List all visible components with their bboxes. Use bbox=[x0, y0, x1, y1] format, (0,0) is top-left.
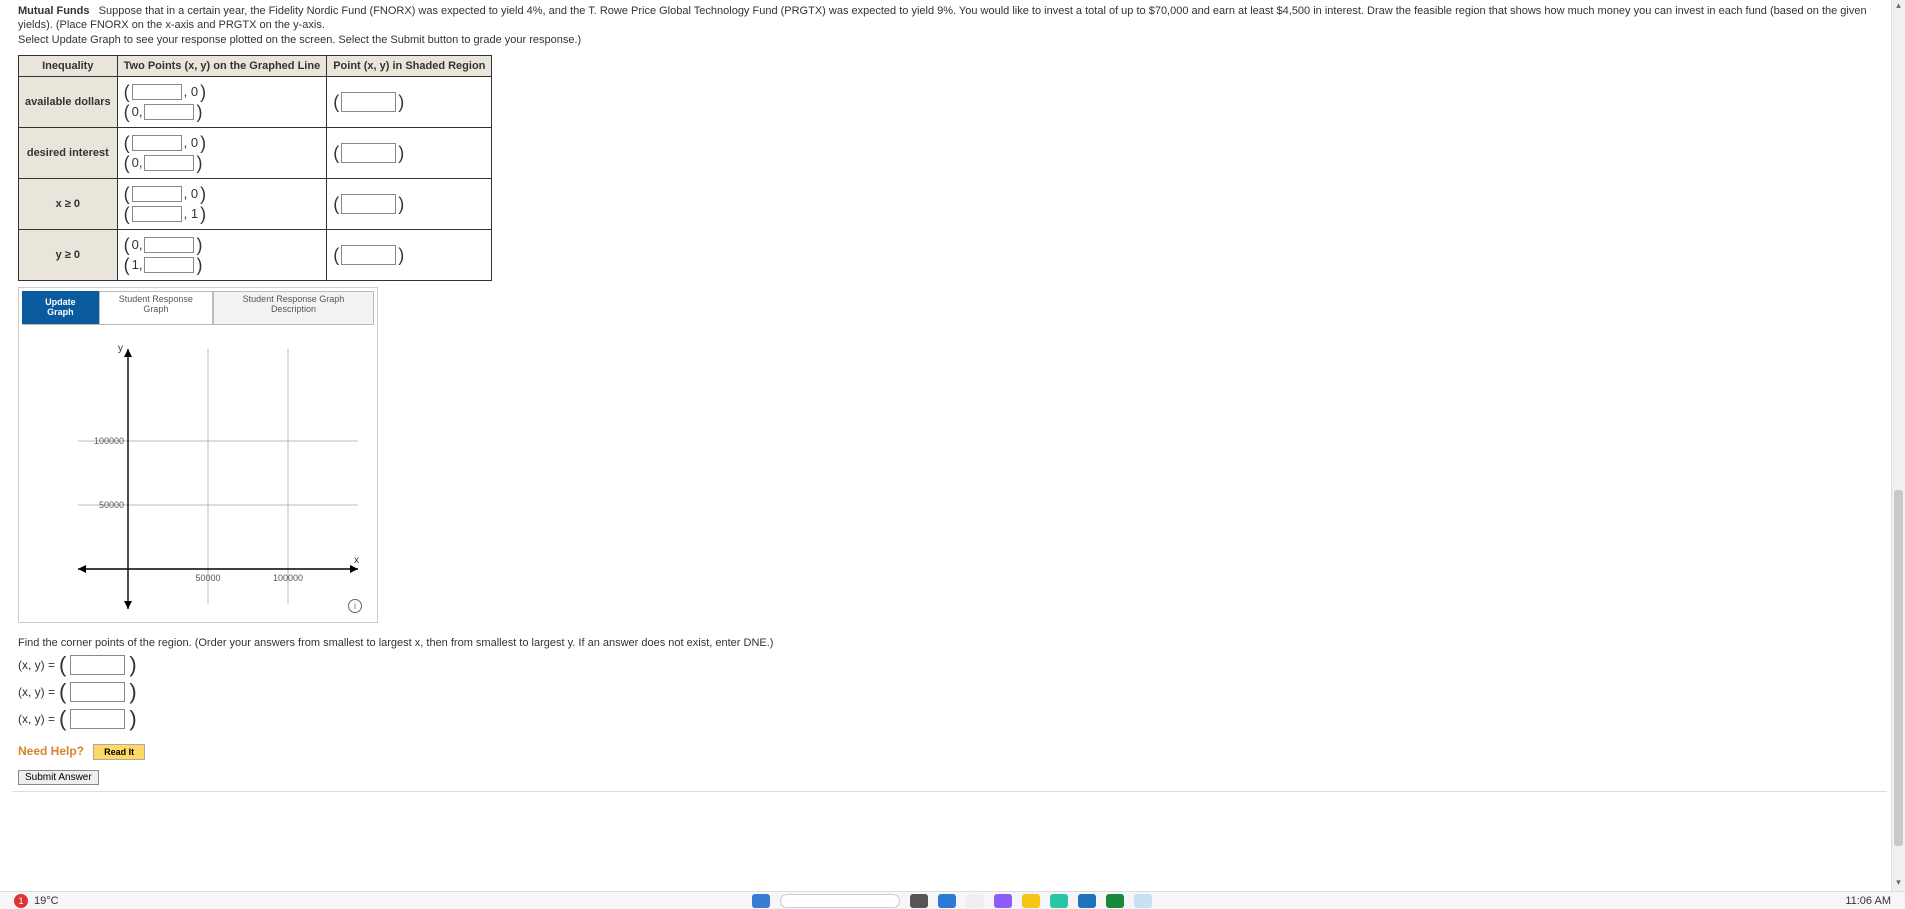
read-it-button[interactable]: Read It bbox=[93, 744, 145, 760]
row-label-yge0: y ≥ 0 bbox=[19, 229, 118, 280]
excel-icon[interactable] bbox=[1106, 894, 1124, 908]
input-r3-p1-x[interactable] bbox=[132, 186, 182, 202]
tab-student-response-description[interactable]: Student Response Graph Description bbox=[213, 291, 374, 324]
explorer-icon[interactable] bbox=[1022, 894, 1040, 908]
submit-row: Submit Answer bbox=[18, 770, 1887, 803]
plot-area: 50000 100000 50000 100000 x y i bbox=[28, 329, 368, 619]
taskview-icon[interactable] bbox=[910, 894, 928, 908]
word-icon[interactable] bbox=[1078, 894, 1096, 908]
mail-icon[interactable] bbox=[966, 894, 984, 908]
input-corner-2[interactable] bbox=[70, 682, 125, 702]
input-r4-shaded[interactable] bbox=[341, 245, 396, 265]
app2-icon[interactable] bbox=[1134, 894, 1152, 908]
taskbar-search[interactable] bbox=[780, 894, 900, 908]
shaded-point-cell: ( ) bbox=[327, 76, 492, 127]
graph-info-icon[interactable]: i bbox=[348, 599, 362, 613]
table-row: y ≥ 0 ( 0, ) ( 1, ) ( bbox=[19, 229, 492, 280]
submit-answer-button[interactable]: Submit Answer bbox=[18, 770, 99, 785]
table-row: x ≥ 0 ( , 0 ) ( , 1 ) ( bbox=[19, 178, 492, 229]
corner-label: (x, y) = bbox=[18, 658, 55, 672]
question-area: Mutual Funds Suppose that in a certain y… bbox=[0, 0, 1905, 803]
problem-statement: Mutual Funds Suppose that in a certain y… bbox=[18, 4, 1887, 47]
row-label-xge0: x ≥ 0 bbox=[19, 178, 118, 229]
input-r3-shaded[interactable] bbox=[341, 194, 396, 214]
scroll-up-icon[interactable]: ▴ bbox=[1892, 0, 1905, 14]
page-scrollbar[interactable]: ▴ ▾ bbox=[1891, 0, 1905, 891]
problem-body-2: Select Update Graph to see your response… bbox=[18, 34, 581, 46]
tab-student-response-graph[interactable]: Student Response Graph bbox=[99, 291, 213, 324]
input-r2-p1-x[interactable] bbox=[132, 135, 182, 151]
corner-point-row: (x, y) = ( ) bbox=[18, 654, 1887, 676]
need-help-label: Need Help? bbox=[18, 744, 84, 758]
corner-points-prompt: Find the corner points of the region. (O… bbox=[18, 637, 1887, 649]
corner-label: (x, y) = bbox=[18, 685, 55, 699]
table-row: desired interest ( , 0 ) ( 0, ) ( bbox=[19, 127, 492, 178]
th-shaded-point: Point (x, y) in Shaded Region bbox=[327, 55, 492, 76]
input-r2-shaded[interactable] bbox=[341, 143, 396, 163]
app-icon[interactable] bbox=[1050, 894, 1068, 908]
start-icon[interactable] bbox=[752, 894, 770, 908]
taskbar-clock[interactable]: 11:06 AM bbox=[1845, 895, 1891, 907]
windows-taskbar: 1 19°C 11:06 AM bbox=[0, 891, 1905, 909]
taskbar-temp: 19°C bbox=[34, 895, 59, 907]
problem-title: Mutual Funds bbox=[18, 5, 90, 17]
update-graph-button[interactable]: Update Graph bbox=[22, 291, 99, 324]
two-points-cell: ( , 0 ) ( 0, ) bbox=[117, 76, 327, 127]
input-r2-p2-y[interactable] bbox=[144, 155, 194, 171]
input-corner-3[interactable] bbox=[70, 709, 125, 729]
input-r4-p2-y[interactable] bbox=[144, 257, 194, 273]
taskbar-center bbox=[752, 894, 1152, 908]
input-r1-shaded[interactable] bbox=[341, 92, 396, 112]
corner-point-row: (x, y) = ( ) bbox=[18, 708, 1887, 730]
input-corner-1[interactable] bbox=[70, 655, 125, 675]
y-axis-label: y bbox=[118, 343, 123, 354]
y-tick-50000: 50000 bbox=[99, 500, 124, 510]
corner-point-row: (x, y) = ( ) bbox=[18, 681, 1887, 703]
edge-icon[interactable] bbox=[938, 894, 956, 908]
taskbar-weather[interactable]: 1 19°C bbox=[14, 894, 59, 908]
scroll-down-icon[interactable]: ▾ bbox=[1892, 877, 1905, 891]
teams-icon[interactable] bbox=[994, 894, 1012, 908]
x-axis-label: x bbox=[354, 555, 359, 566]
x-tick-100000: 100000 bbox=[273, 573, 303, 583]
y-tick-100000: 100000 bbox=[94, 436, 124, 446]
inequality-table: Inequality Two Points (x, y) on the Grap… bbox=[18, 55, 492, 281]
th-two-points: Two Points (x, y) on the Graphed Line bbox=[117, 55, 327, 76]
input-r4-p1-y[interactable] bbox=[144, 237, 194, 253]
input-r1-p1-x[interactable] bbox=[132, 84, 182, 100]
th-inequality: Inequality bbox=[19, 55, 118, 76]
help-row: Need Help? Read It bbox=[18, 744, 1887, 760]
corner-label: (x, y) = bbox=[18, 712, 55, 726]
coordinate-plane: 50000 100000 50000 100000 x y bbox=[28, 329, 368, 619]
row-label-interest: desired interest bbox=[19, 127, 118, 178]
weather-badge-icon: 1 bbox=[14, 894, 28, 908]
input-r1-p2-y[interactable] bbox=[144, 104, 194, 120]
graph-tabs: Update Graph Student Response Graph Stud… bbox=[22, 291, 374, 325]
problem-body-1: Suppose that in a certain year, the Fide… bbox=[18, 5, 1867, 31]
row-label-available: available dollars bbox=[19, 76, 118, 127]
x-tick-50000: 50000 bbox=[195, 573, 220, 583]
table-row: available dollars ( , 0 ) ( 0, ) ( bbox=[19, 76, 492, 127]
input-r3-p2-x[interactable] bbox=[132, 206, 182, 222]
graph-panel: Update Graph Student Response Graph Stud… bbox=[18, 287, 378, 623]
divider bbox=[12, 791, 1887, 803]
scroll-thumb[interactable] bbox=[1894, 490, 1903, 846]
